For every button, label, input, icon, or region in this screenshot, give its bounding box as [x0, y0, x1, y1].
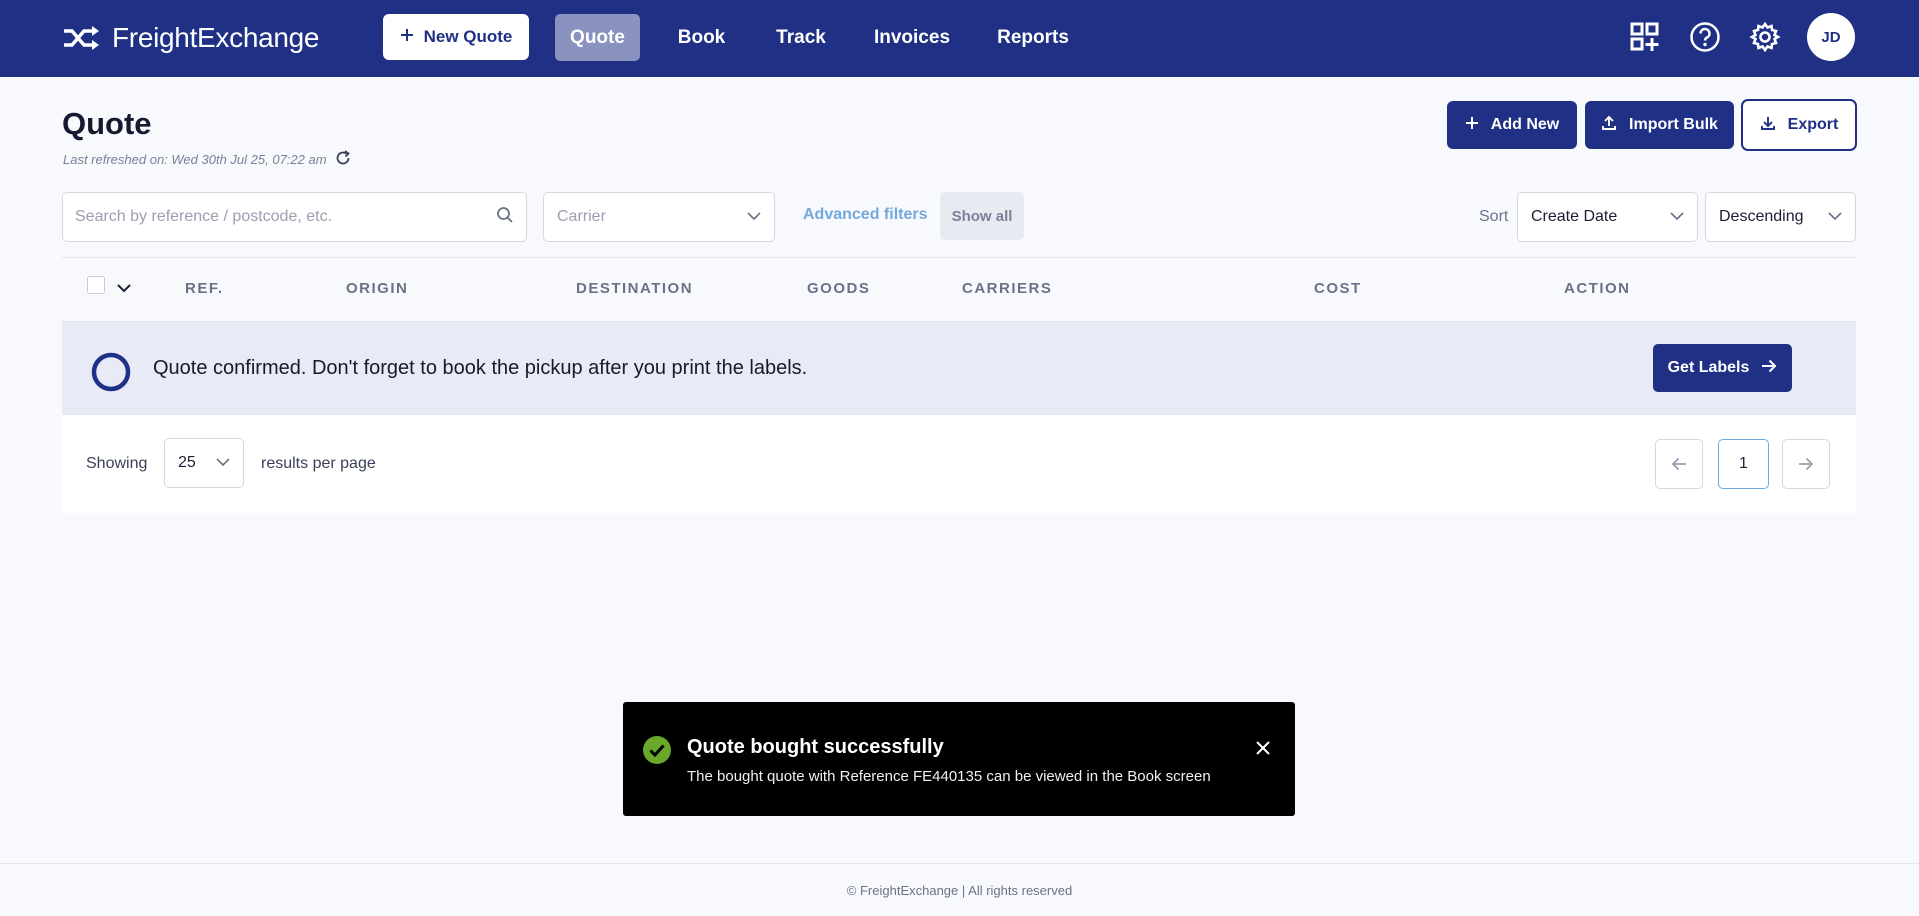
per-page-select[interactable]: 25 [164, 438, 244, 488]
gear-icon[interactable] [1745, 17, 1785, 57]
sort-label: Sort [1479, 208, 1509, 225]
chevron-down-icon [747, 208, 761, 226]
help-icon[interactable] [1685, 17, 1725, 57]
last-refreshed-text: Last refreshed on: Wed 30th Jul 25, 07:2… [63, 152, 327, 167]
show-all-button[interactable]: Show all [940, 192, 1024, 240]
column-ref[interactable]: REF. [185, 280, 224, 297]
carrier-placeholder: Carrier [557, 208, 606, 225]
arrow-left-icon [1671, 457, 1686, 471]
check-circle-icon [642, 735, 672, 770]
chevron-down-icon [1828, 208, 1842, 226]
chevron-down-icon[interactable] [117, 280, 131, 298]
new-quote-button[interactable]: New Quote [383, 14, 529, 60]
table-header: REF. ORIGIN DESTINATION GOODS CARRIERS C… [62, 257, 1856, 322]
search-input[interactable] [75, 208, 496, 226]
page-1-button[interactable]: 1 [1718, 439, 1769, 489]
add-new-button[interactable]: Add New [1447, 101, 1577, 149]
next-page-button[interactable] [1782, 439, 1830, 489]
notice-text: Quote confirmed. Don't forget to book th… [153, 357, 808, 379]
get-labels-label: Get Labels [1667, 359, 1750, 376]
sort-field-value: Create Date [1531, 208, 1618, 225]
add-new-label: Add New [1490, 116, 1560, 133]
column-goods[interactable]: GOODS [807, 280, 870, 297]
get-labels-button[interactable]: Get Labels [1653, 344, 1792, 392]
sort-order-value: Descending [1719, 208, 1804, 225]
prev-page-button[interactable] [1655, 439, 1703, 489]
toast-title: Quote bought successfully [687, 736, 944, 758]
brand-logo[interactable]: FreightExchange [62, 18, 319, 58]
column-destination[interactable]: DESTINATION [576, 280, 693, 297]
chevron-down-icon [1670, 208, 1684, 226]
tab-quote[interactable]: Quote [555, 14, 640, 61]
carrier-select[interactable]: Carrier [543, 192, 775, 242]
search-box [62, 192, 527, 242]
import-bulk-label: Import Bulk [1629, 116, 1718, 133]
page-title: Quote [62, 106, 152, 141]
tab-book[interactable]: Book [664, 14, 739, 61]
column-action: ACTION [1564, 280, 1631, 297]
upload-icon [1601, 115, 1617, 136]
export-button[interactable]: Export [1741, 99, 1857, 151]
toast-message: The bought quote with Reference FE440135… [687, 768, 1211, 785]
export-label: Export [1787, 116, 1839, 133]
tab-invoices[interactable]: Invoices [866, 14, 958, 61]
plus-icon [400, 27, 414, 47]
column-origin[interactable]: ORIGIN [346, 280, 408, 297]
plus-icon [1465, 116, 1479, 135]
last-refreshed: Last refreshed on: Wed 30th Jul 25, 07:2… [63, 150, 351, 169]
sort-order-select[interactable]: Descending [1705, 192, 1856, 242]
search-icon[interactable] [496, 206, 514, 229]
new-quote-label: New Quote [423, 27, 513, 46]
column-carriers[interactable]: CARRIERS [962, 280, 1052, 297]
import-bulk-button[interactable]: Import Bulk [1585, 101, 1734, 149]
footer: © FreightExchange | All rights reserved [0, 863, 1919, 916]
showing-label: Showing [86, 455, 148, 472]
footer-text: © FreightExchange | All rights reserved [846, 882, 1073, 898]
apps-add-icon[interactable] [1625, 17, 1665, 57]
quote-confirmed-notice: Quote confirmed. Don't forget to book th… [62, 322, 1856, 415]
per-page-value: 25 [178, 454, 196, 471]
success-toast: Quote bought successfully The bought quo… [623, 702, 1295, 816]
refresh-icon[interactable] [335, 150, 351, 169]
loading-spinner-icon [91, 352, 131, 397]
chevron-down-icon [216, 454, 230, 472]
tab-reports[interactable]: Reports [990, 14, 1076, 61]
top-navbar: FreightExchange New Quote Quote Book Tra… [0, 0, 1919, 77]
select-all-checkbox[interactable] [87, 276, 105, 294]
sort-field-select[interactable]: Create Date [1517, 192, 1698, 242]
column-cost[interactable]: COST [1314, 280, 1362, 297]
arrow-right-icon [1761, 359, 1777, 378]
shuffle-arrows-icon [62, 25, 102, 51]
brand-name: FreightExchange [112, 22, 320, 53]
advanced-filters-link[interactable]: Advanced filters [803, 206, 927, 224]
avatar[interactable]: JD [1807, 13, 1855, 61]
close-icon[interactable] [1251, 736, 1275, 760]
quotes-table: REF. ORIGIN DESTINATION GOODS CARRIERS C… [62, 257, 1856, 513]
arrow-right-icon [1799, 457, 1814, 471]
download-icon [1760, 115, 1776, 136]
tab-track[interactable]: Track [763, 14, 839, 61]
results-per-page-label: results per page [261, 455, 376, 472]
pagination-bar: Showing 25 results per page 1 [62, 415, 1856, 513]
